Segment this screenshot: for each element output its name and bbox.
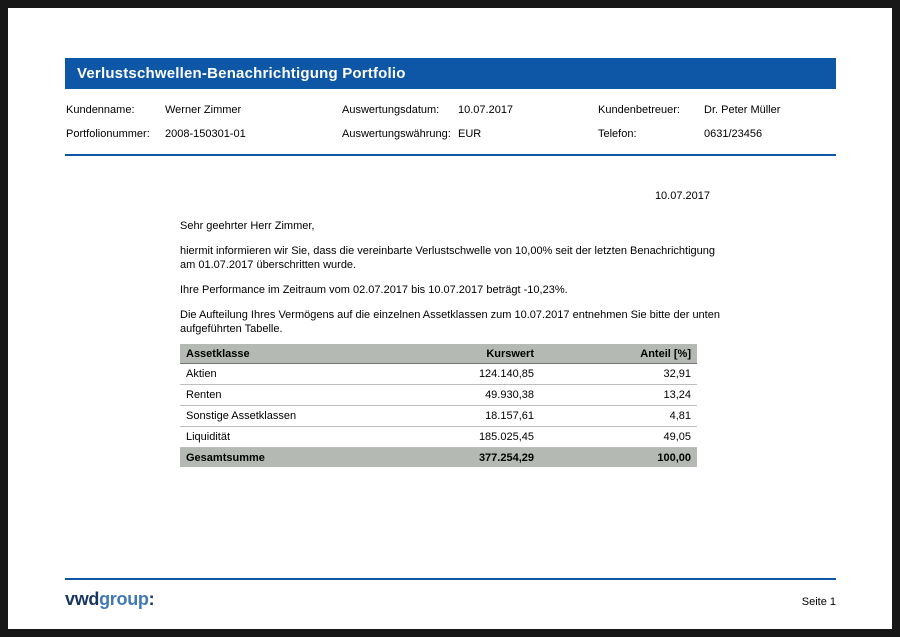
market-value-cell: 185.025,45	[400, 427, 540, 448]
table-row: Liquidität 185.025,45 49,05	[180, 427, 697, 448]
header-divider	[65, 154, 836, 156]
portfolio-number-label: Portfolionummer:	[66, 128, 165, 140]
letter-paragraph: Die Aufteilung Ihres Vermögens auf die e…	[180, 308, 725, 336]
column-header-assetklasse: Assetklasse	[180, 344, 400, 364]
asset-class-cell: Sonstige Assetklassen	[180, 406, 400, 427]
customer-name-label: Kundenname:	[66, 104, 165, 116]
share-percent-cell: 4,81	[540, 406, 697, 427]
report-title-bar: Verlustschwellen-Benachrichtigung Portfo…	[65, 58, 836, 89]
evaluation-currency-label: Auswertungswährung:	[342, 128, 458, 140]
salutation: Sehr geehrter Herr Zimmer,	[180, 219, 725, 233]
footer-divider	[65, 578, 836, 580]
vwd-group-logo: vwdgroup:	[65, 589, 154, 610]
letter-paragraph: Ihre Performance im Zeitraum vom 02.07.2…	[180, 283, 725, 297]
evaluation-date-label: Auswertungsdatum:	[342, 104, 458, 116]
asset-class-table: Assetklasse Kurswert Anteil [%] Aktien 1…	[180, 344, 697, 467]
meta-block: Kundenname: Werner Zimmer Auswertungsdat…	[66, 98, 837, 146]
logo-text-group: group	[99, 589, 149, 609]
phone-label: Telefon:	[598, 128, 704, 140]
letter-date: 10.07.2017	[180, 190, 710, 202]
meta-row: Portfolionummer: 2008-150301-01 Auswertu…	[66, 122, 837, 146]
column-header-anteil: Anteil [%]	[540, 344, 697, 364]
asset-class-cell: Renten	[180, 385, 400, 406]
market-value-cell: 18.157,61	[400, 406, 540, 427]
table-header-row: Assetklasse Kurswert Anteil [%]	[180, 344, 697, 364]
market-value-cell: 124.140,85	[400, 364, 540, 385]
evaluation-currency-value: EUR	[458, 128, 598, 140]
document-page: Verlustschwellen-Benachrichtigung Portfo…	[8, 8, 892, 629]
asset-class-cell: Liquidität	[180, 427, 400, 448]
page-number: Seite 1	[802, 596, 836, 608]
advisor-value: Dr. Peter Müller	[704, 104, 837, 116]
evaluation-date-value: 10.07.2017	[458, 104, 598, 116]
customer-name-value: Werner Zimmer	[165, 104, 342, 116]
phone-value: 0631/23456	[704, 128, 837, 140]
share-percent-cell: 49,05	[540, 427, 697, 448]
table-row: Aktien 124.140,85 32,91	[180, 364, 697, 385]
total-share-percent-cell: 100,00	[540, 448, 697, 468]
portfolio-number-value: 2008-150301-01	[165, 128, 342, 140]
total-market-value-cell: 377.254,29	[400, 448, 540, 468]
market-value-cell: 49.930,38	[400, 385, 540, 406]
share-percent-cell: 13,24	[540, 385, 697, 406]
table-row: Sonstige Assetklassen 18.157,61 4,81	[180, 406, 697, 427]
advisor-label: Kundenbetreuer:	[598, 104, 704, 116]
logo-text-vwd: vwd	[65, 589, 99, 609]
total-label-cell: Gesamtsumme	[180, 448, 400, 468]
letter-body: Sehr geehrter Herr Zimmer, hiermit infor…	[180, 219, 725, 347]
share-percent-cell: 32,91	[540, 364, 697, 385]
table-row: Renten 49.930,38 13,24	[180, 385, 697, 406]
letter-paragraph: hiermit informieren wir Sie, dass die ve…	[180, 244, 725, 272]
column-header-kurswert: Kurswert	[400, 344, 540, 364]
asset-class-cell: Aktien	[180, 364, 400, 385]
table-total-row: Gesamtsumme 377.254,29 100,00	[180, 448, 697, 468]
logo-text-colon: :	[149, 589, 155, 609]
meta-row: Kundenname: Werner Zimmer Auswertungsdat…	[66, 98, 837, 122]
